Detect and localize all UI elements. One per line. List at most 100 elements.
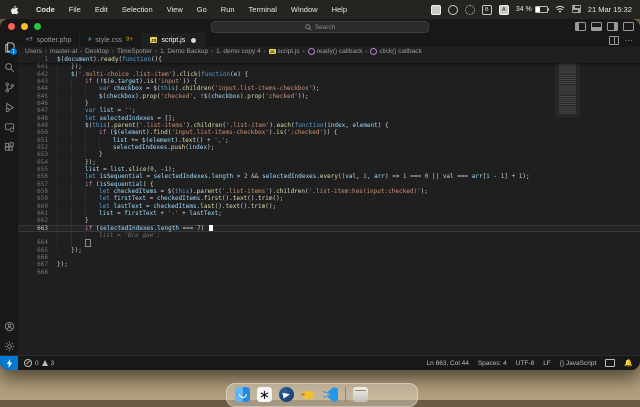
tab-script.js[interactable]: JS script.js: [141, 33, 206, 47]
code-line-646: 646}: [37, 99, 89, 107]
menu-window[interactable]: Window: [284, 5, 325, 14]
control-center-icon[interactable]: [571, 4, 582, 15]
js-file-icon: JS: [268, 49, 276, 54]
menu-code[interactable]: Code: [29, 5, 62, 14]
code-line-651: 651 list += $(element).text() + ',';: [37, 136, 229, 144]
search-placeholder: Search: [314, 23, 336, 31]
menubar-clock[interactable]: 21 Mar 15:32: [588, 5, 632, 14]
code-line-663: 663 if (selectedIndexes.length === 7): [18, 224, 640, 232]
menu-run[interactable]: Run: [214, 5, 242, 14]
apple-menu-icon[interactable]: [10, 4, 19, 15]
breadcrumb-separator: ›: [365, 48, 368, 55]
breadcrumb-item[interactable]: ready() callback: [307, 48, 362, 55]
errors-icon: [24, 359, 32, 367]
remote-bolt-icon: [6, 358, 12, 368]
code-line-647: 647 var list = '';: [37, 107, 136, 115]
menubar-app-icon-2[interactable]: [447, 4, 458, 15]
close-window-button[interactable]: [8, 22, 15, 30]
code-line-662: 662}: [37, 217, 89, 225]
remote-indicator[interactable]: [0, 356, 18, 370]
accounts-icon[interactable]: [0, 316, 18, 336]
menu-view[interactable]: View: [160, 5, 190, 14]
command-center-search[interactable]: Search: [211, 21, 429, 33]
status-bar: 0 3 Ln 663, Col 44 Spaces: 4 UTF-8 LF {} Jav…: [0, 355, 640, 370]
code-line-657: 657 if (isSequential) {: [37, 180, 154, 188]
input-source-b-icon[interactable]: B: [481, 4, 492, 15]
feedback-icon[interactable]: [605, 359, 616, 367]
breadcrumb-item[interactable]: Users: [25, 48, 42, 55]
customize-layout-icon[interactable]: [623, 21, 634, 31]
remote-explorer-icon[interactable]: [0, 117, 18, 137]
status--javascript[interactable]: {} JavaScript: [560, 360, 597, 367]
code-line-653: 653}: [37, 151, 103, 159]
desktop: { "colors":{"accent":"#0078d4","warning_…: [0, 0, 640, 407]
status-ln-663-col-44[interactable]: Ln 663, Col 44: [427, 360, 469, 367]
errors-count: 0: [35, 359, 39, 367]
code-line-655: 655 list = list.slice(0, -1);: [37, 165, 176, 173]
tab-spotter.php[interactable]: <? spotter.php: [18, 33, 81, 47]
toggle-primary-sidebar-icon[interactable]: [575, 21, 586, 31]
code-line-1: 1 $(document).ready(function(){: [44, 56, 162, 63]
code-line-648: 648 let selectedIndexes = [];: [37, 114, 176, 122]
ghost-box: [85, 239, 91, 247]
source-control-icon[interactable]: [0, 77, 18, 97]
code-line-659: 659 let firstText = checkedItems.first().…: [37, 195, 284, 203]
code-line-645: 645 $(checkbox).prop('checked', !$(checkb…: [37, 92, 309, 100]
menu-edit[interactable]: Edit: [88, 5, 115, 14]
breadcrumb-item[interactable]: JS script.js: [268, 48, 300, 55]
tab-style.css[interactable]: # style.css 9+: [80, 33, 142, 47]
code-line-664: 664: [18, 239, 640, 247]
breadcrumb-item[interactable]: 1. demo copy 4: [216, 48, 260, 55]
breadcrumb: Users › master-al › Desktop › TimeSpotter › 1. D…: [18, 47, 640, 56]
notifications-bell-icon[interactable]: 🔔: [624, 359, 633, 367]
wifi-icon[interactable]: [555, 5, 565, 15]
breadcrumb-item[interactable]: Desktop: [85, 48, 109, 55]
css-file-icon: #: [88, 37, 92, 43]
minimap[interactable]: [559, 58, 576, 114]
menu-go[interactable]: Go: [190, 5, 214, 14]
toggle-panel-icon[interactable]: [591, 21, 602, 31]
editor-more-actions-icon[interactable]: ⋯: [625, 36, 634, 45]
js-file-icon: JS: [149, 37, 158, 43]
problems-summary[interactable]: 0 3: [18, 359, 60, 367]
breadcrumb-item[interactable]: master-al: [50, 48, 77, 55]
code-editor[interactable]: 1 $(document).ready(function(){ 641}); 642…: [18, 56, 640, 356]
code-line-650: 650 if ($(element).find('input.list-items…: [37, 129, 338, 137]
menubar-app-icon-3[interactable]: [464, 4, 475, 15]
extensions-icon[interactable]: [0, 137, 18, 157]
symbol-method-icon: [307, 48, 315, 55]
window-titlebar[interactable]: ← → Search: [0, 19, 640, 33]
modified-dot-icon[interactable]: [191, 37, 197, 43]
tab-label: script.js: [161, 36, 186, 44]
menu-file[interactable]: File: [62, 5, 88, 14]
settings-gear-icon[interactable]: [0, 336, 18, 356]
minimize-window-button[interactable]: [21, 22, 28, 30]
battery-indicator[interactable]: 34 %: [515, 5, 550, 14]
search-view-icon[interactable]: [0, 57, 18, 77]
status-spaces-4[interactable]: Spaces: 4: [478, 360, 507, 367]
toggle-secondary-sidebar-icon[interactable]: [607, 21, 618, 31]
input-source-a-icon[interactable]: A: [498, 4, 509, 15]
breadcrumb-item[interactable]: TimeSpotter: [117, 48, 152, 55]
explorer-icon[interactable]: 1: [0, 37, 18, 57]
menu-terminal[interactable]: Terminal: [242, 5, 284, 14]
code-line-668: 668: [37, 268, 48, 276]
menubar-status: B A 34 % 21 Mar 15:32: [430, 4, 640, 15]
symbol-method-icon: [370, 48, 378, 55]
menubar-app-icon-1[interactable]: [430, 4, 441, 15]
breadcrumb-separator: ›: [111, 48, 114, 55]
menu-selection[interactable]: Selection: [115, 5, 160, 14]
tab-strip: <? spotter.php # style.css 9+ JS script.js: [18, 33, 206, 47]
breadcrumb-item[interactable]: click() callback: [370, 48, 422, 55]
run-and-debug-icon[interactable]: [0, 97, 18, 117]
status-lf[interactable]: LF: [543, 360, 551, 367]
zoom-window-button[interactable]: [34, 22, 41, 30]
code-line-644: 644 var checkbox = $(this).children('inpu…: [37, 85, 320, 93]
status-utf-8[interactable]: UTF-8: [516, 360, 534, 367]
warnings-count: 3: [50, 359, 55, 367]
tab-bar: <? spotter.php # style.css 9+ JS script.js ⋯: [18, 33, 640, 47]
breadcrumb-item[interactable]: 1. Demo Backup: [160, 48, 208, 55]
split-editor-icon[interactable]: [608, 35, 619, 45]
battery-percent: 34 %: [515, 6, 532, 13]
menu-help[interactable]: Help: [325, 5, 354, 14]
